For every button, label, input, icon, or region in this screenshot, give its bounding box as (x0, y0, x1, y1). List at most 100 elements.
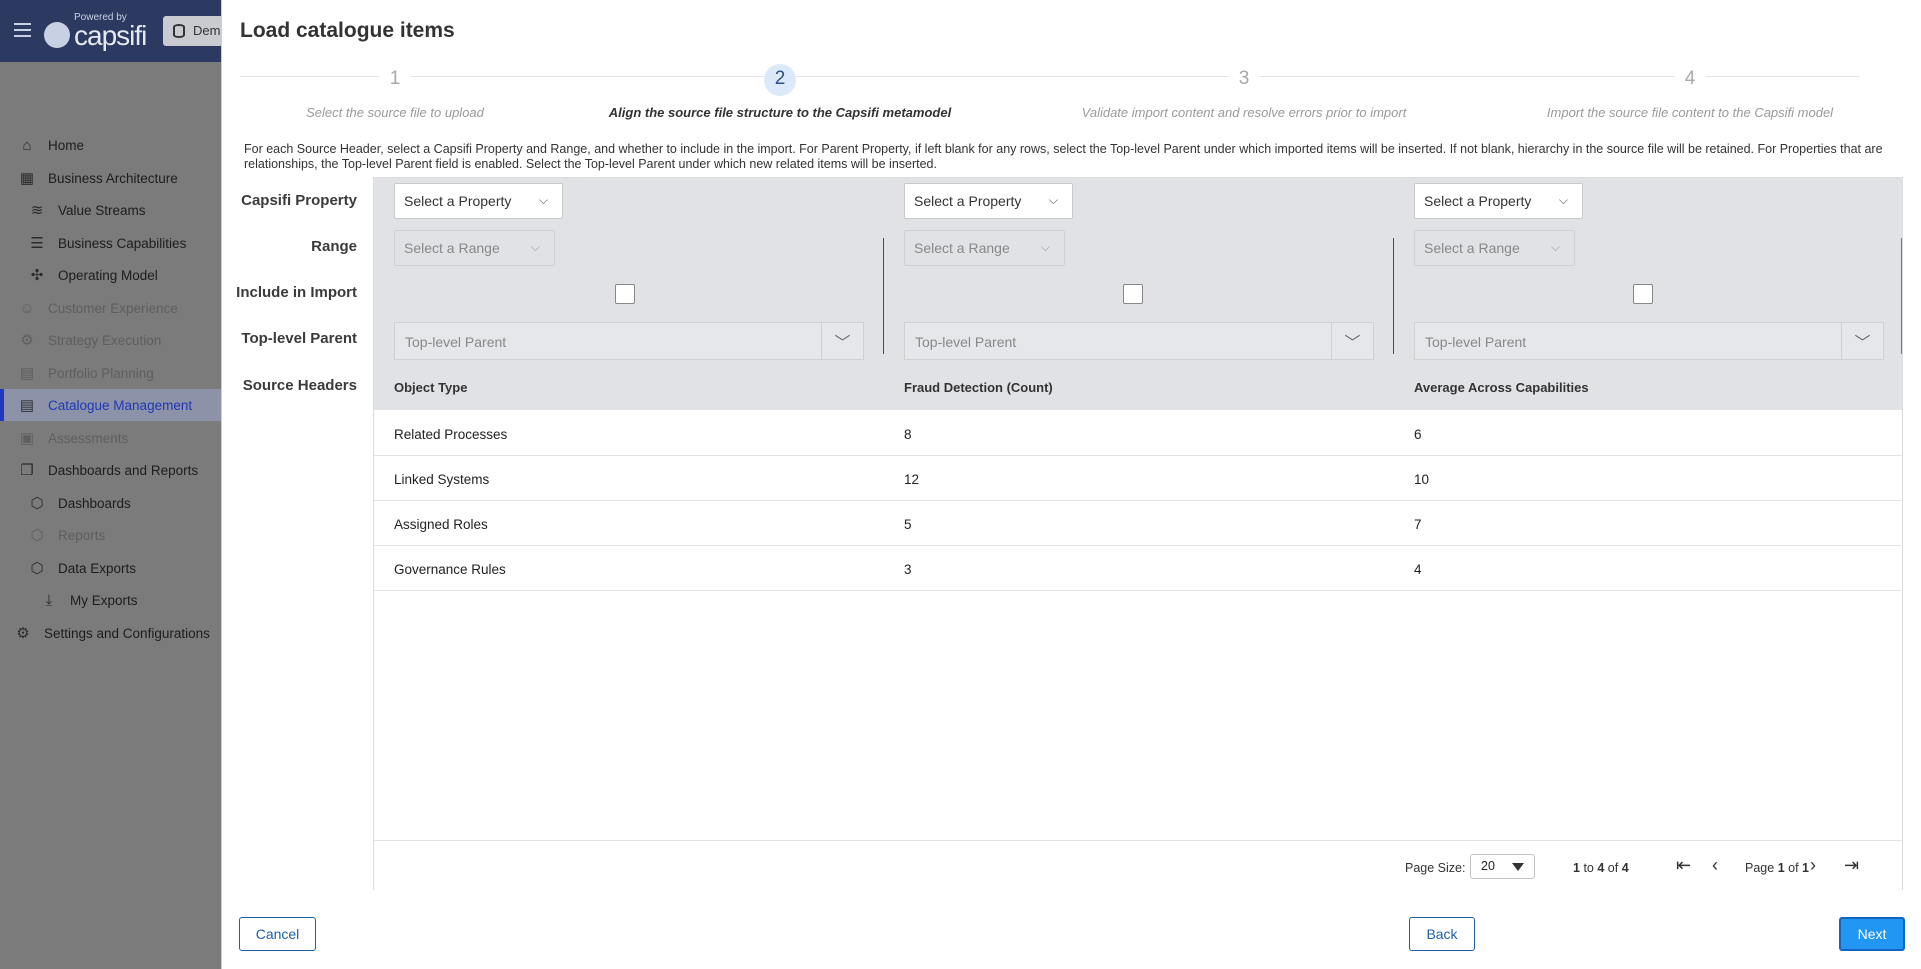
instructions-text: For each Source Header, select a Capsifi… (244, 142, 1883, 171)
sidebar: ⌂ Home ▦ Business Architecture ≋ Value Stre… (0, 62, 230, 969)
source-header-1: Object Type (394, 380, 468, 395)
include-checkbox-3[interactable] (1633, 284, 1653, 304)
table-cell: Assigned Roles (394, 517, 488, 532)
sidebar-item-portfolio-planning[interactable]: ▤ Portfolio Planning (0, 357, 230, 389)
next-page-icon[interactable]: › (1810, 855, 1816, 876)
chevron-down-icon[interactable]: ﹀ (821, 323, 863, 359)
logo-text: capsifi (74, 20, 147, 51)
step-1-number: 1 (379, 64, 411, 96)
table-cell: Governance Rules (394, 562, 506, 577)
value-stream-icon: ≋ (30, 202, 44, 219)
caret-down-icon (1512, 863, 1524, 871)
last-page-icon[interactable]: ⇥ (1844, 855, 1859, 876)
table-cell: 5 (904, 517, 912, 532)
sidebar-item-business-capabilities[interactable]: ☰ Business Capabilities (0, 227, 230, 259)
table-cell: 12 (904, 472, 920, 487)
sidebar-item-customer-experience[interactable]: ☺ Customer Experience (0, 292, 230, 324)
step-4-label: Import the source file content to the Ca… (1546, 105, 1834, 120)
range-select-3: Select a Range ⌵ (1414, 230, 1575, 266)
sidebar-item-home[interactable]: ⌂ Home (0, 129, 230, 161)
home-icon: ⌂ (22, 136, 32, 154)
table-row: Governance Rules 3 4 (374, 546, 1902, 591)
top-level-parent-field-1: Top-level Parent ﹀ (394, 322, 864, 360)
chevron-down-icon: ⌵ (538, 193, 548, 207)
sidebar-item-value-streams[interactable]: ≋ Value Streams (0, 194, 230, 226)
include-checkbox-2[interactable] (1123, 284, 1143, 304)
chevron-down-icon[interactable]: ﹀ (1331, 323, 1373, 359)
mapping-header: Select a Property ⌵ Select a Range ⌵ Top-l… (374, 178, 1902, 410)
strategy-icon: ⚙ (20, 332, 34, 349)
customer-icon: ☺ (19, 299, 35, 317)
sidebar-item-my-exports[interactable]: ⤓ My Exports (0, 584, 230, 616)
property-select-3[interactable]: Select a Property ⌵ (1414, 183, 1583, 219)
environment-button[interactable]: Dem (163, 16, 223, 46)
previous-page-icon[interactable]: ‹ (1712, 855, 1718, 876)
table-cell: Related Processes (394, 427, 508, 442)
table-cell: 6 (1414, 427, 1422, 442)
stack-icon: ☰ (30, 235, 44, 252)
sidebar-item-settings[interactable]: ⚙ Settings and Configurations (0, 617, 230, 649)
cancel-button[interactable]: Cancel (239, 917, 316, 951)
sidebar-item-data-exports[interactable]: ⬡ Data Exports (0, 552, 230, 584)
menu-icon[interactable] (14, 23, 31, 37)
first-page-icon[interactable]: ⇤ (1676, 855, 1691, 876)
source-header-2: Fraud Detection (Count) (904, 380, 1053, 395)
table-cell: 4 (1414, 562, 1422, 577)
sidebar-item-operating-model[interactable]: ✣ Operating Model (0, 259, 230, 291)
top-level-parent-field-3: Top-level Parent ﹀ (1414, 322, 1884, 360)
property-select-2[interactable]: Select a Property ⌵ (904, 183, 1073, 219)
database-icon (173, 24, 185, 38)
pagination-bar: Page Size: 20 1 to 4 of 4 ⇤ ‹ Page 1 of … (374, 840, 1902, 890)
network-icon: ✣ (30, 267, 44, 284)
range-label: Range (311, 238, 357, 255)
chevron-down-icon: ⌵ (1040, 240, 1050, 254)
logo-icon (44, 22, 70, 48)
include-checkbox-1[interactable] (615, 284, 635, 304)
chevron-down-icon[interactable]: ﹀ (1841, 323, 1883, 359)
sidebar-item-dashboards[interactable]: ⬡ Dashboards (0, 487, 230, 519)
portfolio-icon: ▤ (19, 365, 35, 382)
page-size-label: Page Size: (1405, 861, 1466, 875)
table-row: Assigned Roles 5 7 (374, 501, 1902, 546)
column-divider (883, 238, 884, 354)
sidebar-item-dashboards-and-reports[interactable]: ❐ Dashboards and Reports (0, 454, 230, 486)
chevron-down-icon: ⌵ (530, 240, 540, 254)
table-row: Linked Systems 12 10 (374, 456, 1902, 501)
capsifi-property-label: Capsifi Property (241, 192, 357, 209)
back-button[interactable]: Back (1409, 917, 1475, 951)
cube-icon: ⬡ (30, 527, 44, 544)
sidebar-item-business-architecture[interactable]: ▦ Business Architecture (0, 162, 230, 194)
building-icon: ▦ (19, 170, 35, 187)
range-select-1: Select a Range ⌵ (394, 230, 555, 266)
catalogue-icon: ▤ (19, 397, 35, 414)
sidebar-item-assessments[interactable]: ▣ Assessments (0, 422, 230, 454)
source-header-3: Average Across Capabilities (1414, 380, 1589, 395)
scrollbar[interactable] (1901, 238, 1902, 354)
mapping-grid: Select a Property ⌵ Select a Range ⌵ Top-l… (373, 177, 1903, 890)
step-2-number: 2 (764, 64, 796, 96)
sidebar-item-catalogue-management[interactable]: ▤ Catalogue Management (0, 389, 230, 421)
page-size-select[interactable]: 20 (1470, 854, 1535, 879)
environment-label: Dem (193, 23, 221, 38)
property-select-1[interactable]: Select a Property ⌵ (394, 183, 563, 219)
top-level-parent-field-2: Top-level Parent ﹀ (904, 322, 1374, 360)
assessment-icon: ▣ (19, 430, 35, 447)
step-1-label: Select the source file to upload (306, 105, 484, 120)
include-in-import-label: Include in Import (236, 284, 357, 301)
step-4-number: 4 (1674, 64, 1706, 96)
chevron-down-icon: ⌵ (1550, 240, 1560, 254)
table-cell: 10 (1414, 472, 1430, 487)
chevron-down-icon: ⌵ (1048, 193, 1058, 207)
table-cell: 3 (904, 562, 912, 577)
step-3-number: 3 (1228, 64, 1260, 96)
dashboards-icon: ❐ (20, 462, 34, 479)
next-button[interactable]: Next (1839, 917, 1905, 951)
top-level-parent-label: Top-level Parent (241, 330, 357, 347)
table-cell: 8 (904, 427, 912, 442)
stepper-track (240, 76, 1860, 77)
sidebar-item-strategy-execution[interactable]: ⚙ Strategy Execution (0, 324, 230, 356)
step-2-label: Align the source file structure to the C… (608, 105, 952, 120)
load-catalogue-modal: Load catalogue items 1 2 3 4 Select the … (221, 0, 1921, 969)
source-headers-label: Source Headers (242, 377, 357, 394)
sidebar-item-reports[interactable]: ⬡ Reports (0, 519, 230, 551)
